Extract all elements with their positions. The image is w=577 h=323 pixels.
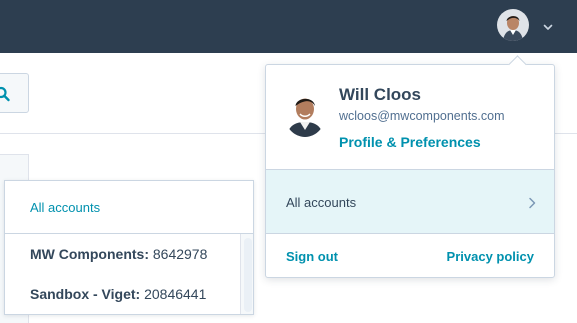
search-button[interactable]	[0, 73, 29, 113]
account-id: 20846441	[144, 286, 207, 302]
top-nav-bar	[0, 0, 577, 53]
dropdown-caret	[508, 55, 527, 74]
chevron-down-icon[interactable]	[540, 19, 556, 35]
accounts-scrollbar[interactable]	[240, 234, 253, 314]
account-id: 8642978	[152, 246, 208, 262]
account-item-sandbox-viget[interactable]: Sandbox - Viget: 20846441	[30, 286, 206, 302]
sign-out-link[interactable]: Sign out	[286, 249, 338, 264]
user-avatar	[284, 89, 326, 137]
user-menu-dropdown: Will Cloos wcloos@mwcomponents.com Profi…	[265, 55, 555, 278]
user-email: wcloos@mwcomponents.com	[339, 109, 505, 123]
account-item-mw-components[interactable]: MW Components: 8642978	[30, 246, 207, 262]
dropdown-divider	[5, 233, 253, 234]
account-name: Sandbox - Viget:	[30, 286, 141, 302]
account-avatar-button[interactable]	[497, 9, 529, 41]
all-accounts-link[interactable]: All accounts	[30, 200, 100, 215]
user-name: Will Cloos	[339, 85, 422, 104]
accounts-dropdown: All accounts MW Components: 8642978 Sand…	[4, 180, 254, 315]
all-accounts-label: All accounts	[286, 195, 357, 210]
user-avatar-icon	[497, 9, 529, 41]
search-icon	[0, 86, 10, 102]
account-name: MW Components:	[30, 246, 149, 262]
scrollbar-thumb[interactable]	[244, 238, 252, 312]
privacy-policy-link[interactable]: Privacy policy	[447, 249, 534, 264]
all-accounts-menu-item[interactable]: All accounts	[266, 169, 554, 234]
chevron-right-icon	[529, 197, 536, 209]
profile-preferences-link[interactable]: Profile & Preferences	[339, 134, 481, 150]
user-photo-icon	[284, 89, 326, 137]
